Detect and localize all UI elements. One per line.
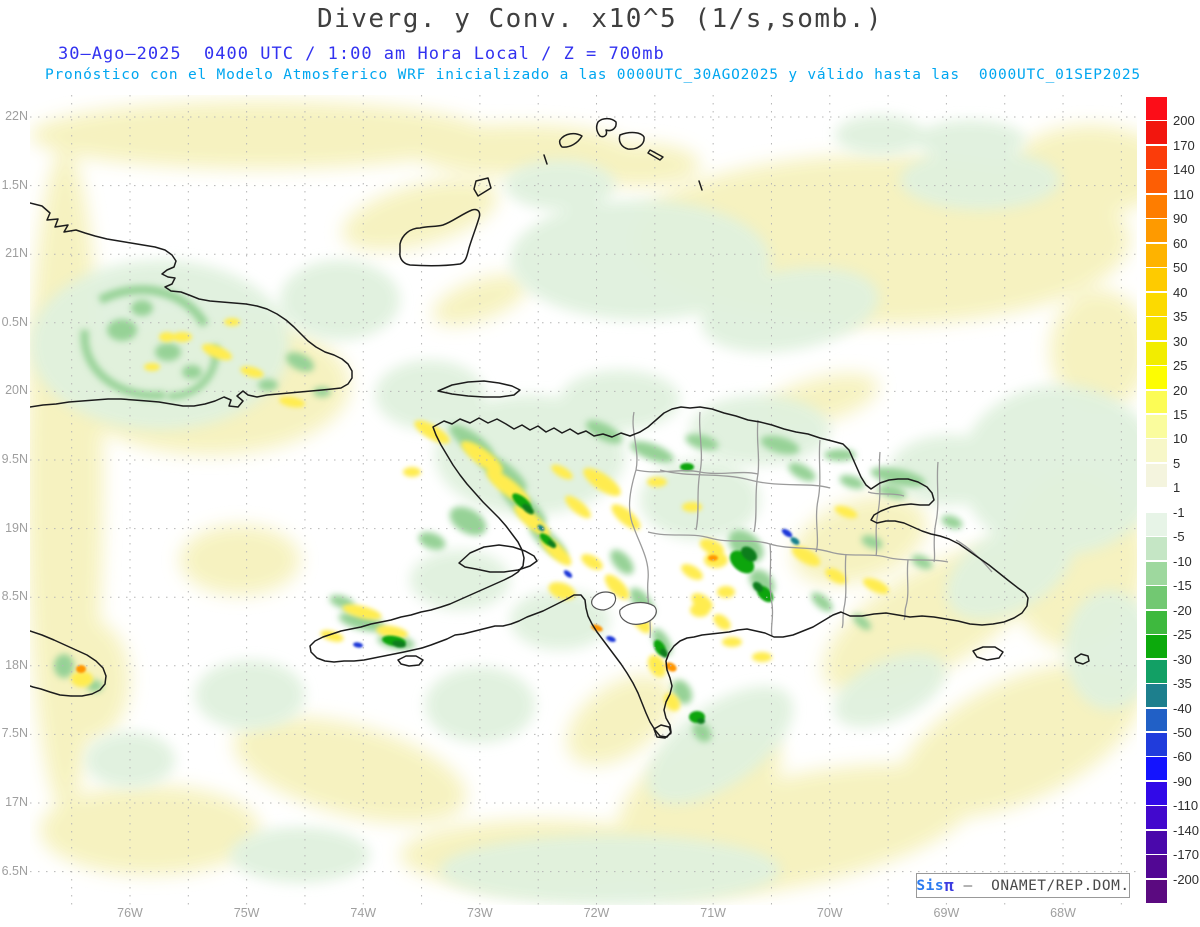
lat-tick-label: 0.5N: [0, 315, 28, 329]
colorbar-tick-label: 50: [1173, 260, 1187, 275]
colorbar-cell: [1146, 586, 1167, 609]
lat-tick-label: 1.5N: [0, 178, 28, 192]
colorbar-tick-label: -10: [1173, 554, 1192, 569]
colorbar-tick-label: -50: [1173, 725, 1192, 740]
colorbar-cell: [1146, 709, 1167, 732]
colorbar-cell: [1146, 855, 1167, 878]
page-title: Diverg. y Conv. x10^5 (1/s,somb.): [0, 4, 1200, 34]
colorbar-tick-label: 35: [1173, 309, 1187, 324]
colorbar-tick-label: 20: [1173, 383, 1187, 398]
subtitle-model: Pronóstico con el Modelo Atmosferico WRF…: [45, 67, 1141, 83]
colorbar-tick-label: -200: [1173, 872, 1199, 887]
island-saona: [973, 647, 1003, 660]
map-canvas: [0, 0, 1200, 927]
colorbar-cell: [1146, 293, 1167, 316]
colorbar-cell: [1146, 684, 1167, 707]
colorbar-tick-label: -15: [1173, 578, 1192, 593]
colorbar-cell: [1146, 831, 1167, 854]
lon-tick-label: 70W: [808, 906, 852, 920]
colorbar-tick-label: -90: [1173, 774, 1192, 789]
colorbar-tick-label: 30: [1173, 334, 1187, 349]
lon-tick-label: 75W: [225, 906, 269, 920]
colorbar-cell: [1146, 121, 1167, 144]
lon-tick-label: 74W: [341, 906, 385, 920]
lat-tick-label: 9.5N: [0, 452, 28, 466]
credit-box: Sisπ – ONAMET/REP.DOM.: [916, 873, 1130, 898]
colorbar-cell: [1146, 170, 1167, 193]
colorbar-cell: [1146, 244, 1167, 267]
colorbar-tick-label: 5: [1173, 456, 1180, 471]
colorbar-cell: [1146, 513, 1167, 536]
colorbar-cell: [1146, 219, 1167, 242]
colorbar-tick-label: -1: [1173, 505, 1185, 520]
colorbar-tick-label: -170: [1173, 847, 1199, 862]
pi-symbol: π: [944, 876, 954, 895]
colorbar-tick-label: 10: [1173, 431, 1187, 446]
lat-tick-label: 17N: [0, 795, 28, 809]
colorbar-tick-label: -5: [1173, 529, 1185, 544]
lat-tick-label: 19N: [0, 521, 28, 535]
lon-tick-label: 72W: [575, 906, 619, 920]
colorbar-cell: [1146, 757, 1167, 780]
colorbar-cell: [1146, 562, 1167, 585]
colorbar-cell: [1146, 806, 1167, 829]
lon-tick-label: 76W: [108, 906, 152, 920]
colorbar-tick-label: 60: [1173, 236, 1187, 251]
lon-tick-label: 69W: [924, 906, 968, 920]
lat-tick-label: 7.5N: [0, 726, 28, 740]
colorbar-tick-label: 110: [1173, 187, 1194, 202]
lat-tick-label: 8.5N: [0, 589, 28, 603]
colorbar-tick-label: -35: [1173, 676, 1192, 691]
colorbar-tick-label: 170: [1173, 138, 1195, 153]
colorbar-cell: [1146, 439, 1167, 462]
colorbar-cell: [1146, 342, 1167, 365]
colorbar-cell: [1146, 782, 1167, 805]
colorbar-cell: [1146, 733, 1167, 756]
colorbar-tick-label: -110: [1173, 798, 1198, 813]
lon-tick-label: 68W: [1041, 906, 1085, 920]
colorbar-cell: [1146, 146, 1167, 169]
colorbar-cell: [1146, 488, 1167, 511]
colorbar-tick-label: -60: [1173, 749, 1192, 764]
colorbar-cell: [1146, 268, 1167, 291]
lat-tick-label: 21N: [0, 246, 28, 260]
colorbar-cell: [1146, 366, 1167, 389]
colorbar-cell: [1146, 97, 1167, 120]
colorbar-cell: [1146, 391, 1167, 414]
colorbar-tick-label: -25: [1173, 627, 1192, 642]
colorbar-cell: [1146, 660, 1167, 683]
colorbar-tick-label: 90: [1173, 211, 1187, 226]
colorbar-cell: [1146, 537, 1167, 560]
lat-tick-label: 20N: [0, 383, 28, 397]
colorbar-cell: [1146, 880, 1167, 903]
colorbar-tick-label: 25: [1173, 358, 1187, 373]
credit-sis-label: Sis: [916, 878, 944, 894]
colorbar-tick-label: 15: [1173, 407, 1187, 422]
lat-tick-label: 22N: [0, 109, 28, 123]
colorbar-cell: [1146, 635, 1167, 658]
credit-dash: –: [954, 878, 991, 894]
colorbar-tick-label: 1: [1173, 480, 1180, 495]
colorbar-tick-label: -20: [1173, 603, 1192, 618]
colorbar-tick-label: 40: [1173, 285, 1187, 300]
colorbar-tick-label: -40: [1173, 701, 1192, 716]
subtitle-datetime: 30–Ago–2025 0400 UTC / 1:00 am Hora Loca…: [58, 44, 665, 64]
lon-tick-label: 71W: [691, 906, 735, 920]
wrf-divergence-map-page: Diverg. y Conv. x10^5 (1/s,somb.) 30–Ago…: [0, 0, 1200, 927]
colorbar-tick-label: -140: [1173, 823, 1199, 838]
lat-tick-label: 18N: [0, 658, 28, 672]
lat-tick-label: 6.5N: [0, 864, 28, 878]
island-a-vache: [398, 656, 423, 666]
colorbar-tick-label: -30: [1173, 652, 1192, 667]
colorbar-cell: [1146, 317, 1167, 340]
colorbar-cell: [1146, 415, 1167, 438]
colorbar-cell: [1146, 195, 1167, 218]
credit-org-label: ONAMET/REP.DOM.: [991, 878, 1129, 894]
lon-tick-label: 73W: [458, 906, 502, 920]
colorbar-cell: [1146, 611, 1167, 634]
colorbar-cell: [1146, 464, 1167, 487]
colorbar-tick-label: 200: [1173, 113, 1195, 128]
colorbar-tick-label: 140: [1173, 162, 1195, 177]
